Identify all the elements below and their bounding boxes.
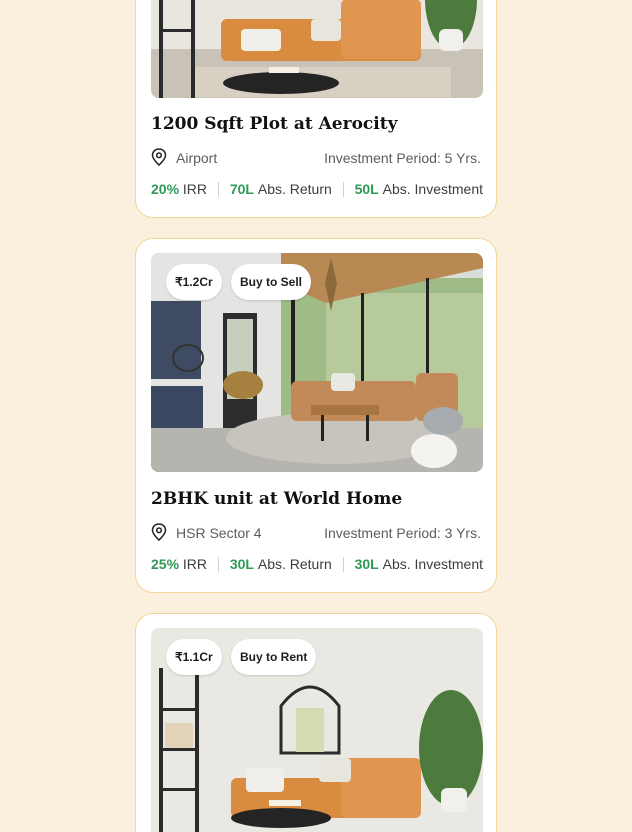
stat-divider	[218, 181, 219, 197]
listing-card[interactable]: ₹1.1Cr Buy to Rent	[135, 613, 497, 832]
strategy-chip: Buy to Rent	[231, 639, 317, 675]
listing-card[interactable]: ₹1.2Cr Buy to Sell 2BHK unit at World Ho…	[135, 238, 497, 593]
strategy-chip: Buy to Sell	[231, 264, 312, 300]
location-pin-icon	[151, 148, 167, 166]
listing-photo	[151, 0, 483, 98]
return-value: 70L	[229, 181, 254, 197]
return-label: Abs. Return	[257, 181, 332, 197]
return-label: Abs. Return	[257, 556, 332, 572]
investment-period: Investment Period: 3 Yrs.	[324, 525, 481, 541]
investment-label: Abs. Investment	[382, 556, 483, 572]
listing-photo: ₹1.2Cr Buy to Sell	[151, 253, 483, 472]
investment-period: Investment Period: 5 Yrs.	[324, 150, 481, 166]
investment-value: 30L	[354, 556, 379, 572]
listing-location: HSR Sector 4	[176, 525, 262, 541]
irr-label: IRR	[182, 556, 208, 572]
listing-stats: 25% IRR 30L Abs. Return 30L Abs. Investm…	[151, 554, 483, 574]
investment-value: 50L	[354, 181, 379, 197]
stat-divider	[342, 556, 344, 572]
listing-stats: 20% IRR 70L Abs. Return 50L Abs. Investm…	[151, 179, 483, 199]
location-pin-icon	[151, 523, 167, 541]
listing-photo: ₹1.1Cr Buy to Rent	[151, 628, 483, 832]
return-value: 30L	[229, 556, 254, 572]
price-chip: ₹1.2Cr	[166, 264, 222, 300]
price-chip: ₹1.1Cr	[166, 639, 222, 675]
investment-label: Abs. Investment	[382, 181, 483, 197]
listing-title: 1200 Sqft Plot at Aerocity	[151, 114, 398, 134]
stat-divider	[218, 556, 219, 572]
irr-value: 20%	[151, 181, 180, 197]
listing-card[interactable]: 1200 Sqft Plot at Aerocity Airport Inves…	[135, 0, 497, 218]
stat-divider	[342, 181, 344, 197]
irr-label: IRR	[182, 181, 208, 197]
listing-location: Airport	[176, 150, 218, 166]
listing-meta: HSR Sector 4 Investment Period: 3 Yrs.	[151, 523, 481, 543]
irr-value: 25%	[151, 556, 180, 572]
listing-meta: Airport Investment Period: 5 Yrs.	[151, 148, 481, 168]
listing-title: 2BHK unit at World Home	[151, 489, 403, 509]
